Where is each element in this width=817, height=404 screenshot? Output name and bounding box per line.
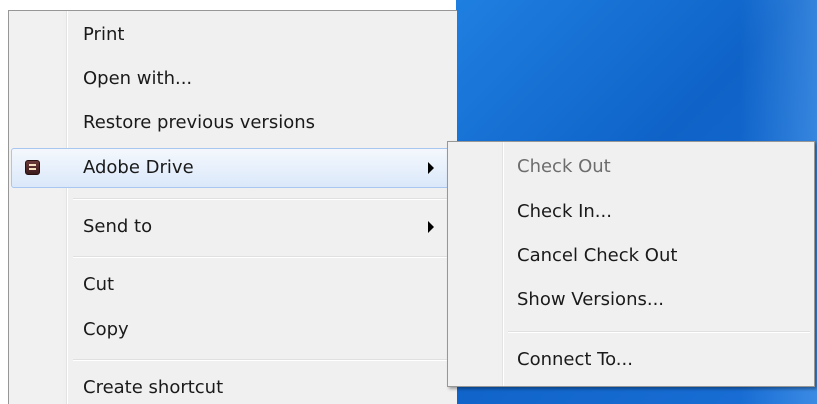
menu-item-label: Print <box>83 24 125 45</box>
submenu-gutter-divider <box>502 142 503 386</box>
context-menu: Print Open with... Restore previous vers… <box>8 10 457 404</box>
menu-item-label: Open with... <box>83 68 193 89</box>
menu-item-create-shortcut[interactable]: Create shortcut <box>11 368 451 404</box>
menu-item-send-to[interactable]: Send to <box>11 207 451 247</box>
menu-item-label: Restore previous versions <box>83 112 316 133</box>
submenu-separator <box>508 331 810 332</box>
submenu-item-cancel-check-out[interactable]: Cancel Check Out <box>517 236 677 276</box>
submenu-arrow-icon <box>428 162 434 174</box>
adobe-drive-submenu: Check Out Check In... Cancel Check Out S… <box>447 141 815 387</box>
menu-item-cut[interactable]: Cut <box>11 265 451 305</box>
screen: Print Open with... Restore previous vers… <box>0 0 817 404</box>
menu-item-label: Adobe Drive <box>83 157 194 178</box>
submenu-item-check-in[interactable]: Check In... <box>517 192 612 232</box>
submenu-item-connect-to[interactable]: Connect To... <box>517 340 633 380</box>
menu-item-label: Copy <box>83 319 129 340</box>
menu-item-label: Send to <box>83 216 153 237</box>
menu-item-open-with[interactable]: Open with... <box>11 59 451 99</box>
menu-item-print[interactable]: Print <box>11 15 451 55</box>
submenu-arrow-icon <box>428 221 434 233</box>
menu-item-label: Cut <box>83 274 115 295</box>
adobe-drive-icon <box>25 160 40 175</box>
submenu-item-check-out[interactable]: Check Out <box>517 147 611 187</box>
menu-item-restore-previous-versions[interactable]: Restore previous versions <box>11 103 451 143</box>
submenu-item-show-versions[interactable]: Show Versions... <box>517 280 664 320</box>
menu-item-adobe-drive[interactable]: Adobe Drive <box>11 148 451 188</box>
menu-item-label: Create shortcut <box>83 377 224 398</box>
menu-separator <box>73 359 453 360</box>
menu-separator <box>73 198 453 199</box>
menu-separator <box>73 256 453 257</box>
menu-item-copy[interactable]: Copy <box>11 310 451 350</box>
